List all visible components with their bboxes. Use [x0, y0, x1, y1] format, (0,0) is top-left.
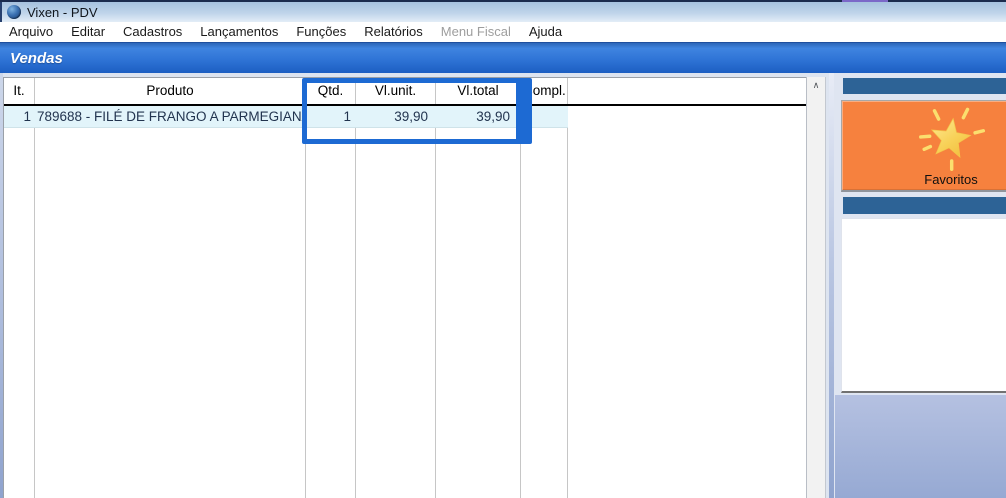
right-panel: Favoritos: [829, 73, 1006, 498]
menu-item-lancamentos[interactable]: Lançamentos: [191, 22, 287, 42]
menu-item-cadastros[interactable]: Cadastros: [114, 22, 191, 42]
table-row[interactable]: 1 789688 - FILÉ DE FRANGO A PARMEGIANA 1…: [4, 106, 806, 128]
menu-item-ajuda[interactable]: Ajuda: [520, 22, 571, 42]
grid-header-row: It. Produto Qtd. Vl.unit. Vl.total Compl…: [4, 78, 806, 106]
column-header-vl-total[interactable]: Vl.total: [436, 78, 520, 102]
cell-qtd: 1: [306, 106, 351, 128]
sales-grid: It. Produto Qtd. Vl.unit. Vl.total Compl…: [3, 77, 806, 498]
menu-item-arquivo[interactable]: Arquivo: [0, 22, 62, 42]
grid-divider: [567, 78, 568, 498]
menu-item-editar[interactable]: Editar: [62, 22, 114, 42]
menu-item-menu-fiscal: Menu Fiscal: [432, 22, 520, 42]
cell-vl-total: 39,90: [436, 106, 510, 128]
star-icon: [910, 106, 992, 172]
menu-bar: Arquivo Editar Cadastros Lançamentos Fun…: [0, 22, 1006, 42]
panel-left-edge: [829, 73, 834, 498]
column-header-vl-unit[interactable]: Vl.unit.: [356, 78, 435, 102]
cell-compl: [523, 106, 567, 128]
panel-middle-bar: [843, 197, 1006, 214]
cell-it: 1: [4, 106, 31, 128]
grid-divider: [305, 78, 306, 498]
column-header-it[interactable]: It.: [4, 78, 34, 102]
panel-footer-area: [835, 395, 1006, 498]
cell-produto: 789688 - FILÉ DE FRANGO A PARMEGIANA: [37, 106, 303, 128]
scrollbar-up-arrow-icon[interactable]: ∧: [807, 77, 825, 94]
column-header-compl[interactable]: Compl.: [523, 78, 575, 102]
grid-divider: [355, 78, 356, 498]
menu-item-relatorios[interactable]: Relatórios: [355, 22, 432, 42]
cell-vl-unit: 39,90: [356, 106, 428, 128]
column-header-qtd[interactable]: Qtd.: [306, 78, 355, 102]
vixen-logo-icon: [7, 5, 21, 19]
section-title: Vendas: [0, 50, 63, 67]
favoritos-button[interactable]: Favoritos: [841, 100, 1006, 192]
title-bar: Vixen - PDV: [0, 2, 1006, 22]
grid-vertical-scrollbar[interactable]: ∧: [806, 77, 826, 498]
panel-top-bar: [843, 78, 1006, 94]
favoritos-label: Favoritos: [924, 172, 977, 190]
grid-divider: [435, 78, 436, 498]
menu-item-funcoes[interactable]: Funções: [287, 22, 355, 42]
panel-list-box[interactable]: [841, 218, 1006, 393]
grid-divider: [34, 78, 35, 498]
grid-divider: [520, 78, 521, 498]
column-header-produto[interactable]: Produto: [35, 78, 305, 102]
section-header-bar: Vendas: [0, 42, 1006, 73]
window-title: Vixen - PDV: [27, 5, 98, 20]
main-content: It. Produto Qtd. Vl.unit. Vl.total Compl…: [0, 73, 1006, 498]
